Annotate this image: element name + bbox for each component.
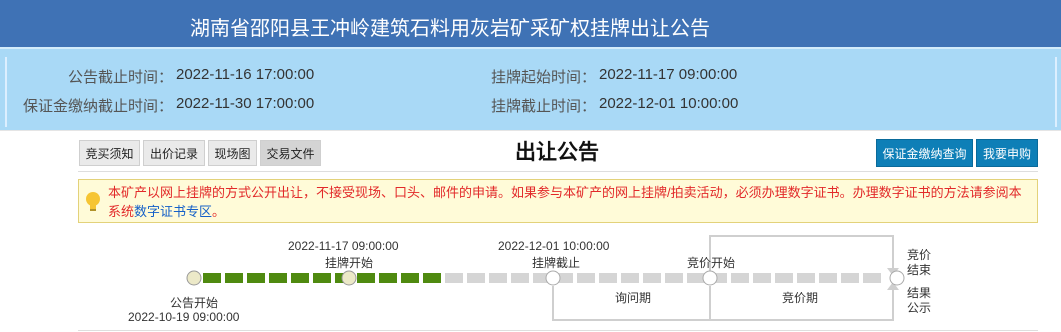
timeline-segment xyxy=(489,273,507,283)
tab-site-map[interactable]: 现场图 xyxy=(208,140,257,166)
tab-trade-files[interactable]: 交易文件 xyxy=(260,140,321,166)
bidding-period-label: 竞价期 xyxy=(782,291,819,305)
listing-start-label: 挂牌起始时间： xyxy=(490,69,596,86)
timeline-segment xyxy=(357,273,375,283)
timeline-segment xyxy=(291,273,309,283)
timeline-segment xyxy=(225,273,243,283)
notice-start-label: 公告开始 xyxy=(170,296,219,310)
timeline-segment xyxy=(797,273,815,283)
listing-start-date: 2022-11-17 09:00:00 xyxy=(288,239,399,253)
digital-certificate-link[interactable]: 数字证书专区 xyxy=(134,204,212,219)
bidding-end-label-2: 结束 xyxy=(907,263,932,277)
timeline-segment xyxy=(445,273,463,283)
notice-box: 本矿产以网上挂牌的方式公开出让，不接受现场、口头、邮件的申请。如果参与本矿产的网… xyxy=(78,179,1038,223)
timeline-segment xyxy=(665,273,683,283)
tab-bidding-notice[interactable]: 竞买须知 xyxy=(79,140,140,166)
listing-end-label: 挂牌截止 xyxy=(532,256,581,270)
deposit-deadline-value: 2022-11-30 17:00:00 xyxy=(176,95,315,112)
timeline-segment xyxy=(775,273,793,283)
notice-text: 本矿产以网上挂牌的方式公开出让，不接受现场、口头、邮件的申请。如果参与本矿产的网… xyxy=(108,183,1028,221)
timeline-segment xyxy=(819,273,837,283)
listing-start-label: 挂牌开始 xyxy=(325,256,374,270)
notice-start-date: 2022-10-19 09:00:00 xyxy=(128,310,240,324)
panel-edge-right xyxy=(1055,57,1057,127)
listing-end-value: 2022-12-01 10:00:00 xyxy=(599,95,739,112)
info-panel: 公告截止时间： 2022-11-16 17:00:00 保证金缴纳截止时间： 2… xyxy=(0,47,1061,130)
tab-bid-records[interactable]: 出价记录 xyxy=(143,140,205,166)
timeline-segment xyxy=(401,273,419,283)
node-listing-end xyxy=(545,270,561,286)
timeline-segment xyxy=(599,273,617,283)
timeline-progress-bar xyxy=(203,273,881,283)
timeline-segment xyxy=(511,273,529,283)
timeline-segment xyxy=(313,273,331,283)
timeline-segment xyxy=(269,273,287,283)
node-bidding-start xyxy=(702,270,718,286)
page-title: 湖南省邵阳县王冲岭建筑石料用灰岩矿采矿权挂牌出让公告 xyxy=(190,18,710,40)
timeline-segment xyxy=(621,273,639,283)
node-bidding-end xyxy=(889,270,905,286)
node-listing-start xyxy=(341,270,357,286)
listing-start-value: 2022-11-17 09:00:00 xyxy=(599,66,738,83)
timeline-segment xyxy=(203,273,221,283)
timeline-segment xyxy=(467,273,485,283)
timeline-segment xyxy=(687,273,705,283)
lightbulb-icon xyxy=(86,192,100,211)
result-label-2: 公示 xyxy=(907,301,932,315)
timeline-segment xyxy=(379,273,397,283)
timeline-segment xyxy=(423,273,441,283)
timeline-segment xyxy=(247,273,265,283)
node-notice-start xyxy=(186,270,202,286)
apply-button[interactable]: 我要申购 xyxy=(976,139,1038,167)
timeline-segment xyxy=(753,273,771,283)
notice-text-main: 本矿产以网上挂牌的方式公开出让，不接受现场、口头、邮件的申请。如果参与本矿产的网… xyxy=(108,185,1022,219)
deposit-deadline-label: 保证金缴纳截止时间： xyxy=(22,98,173,115)
timeline-segment xyxy=(577,273,595,283)
notice-text-end: 。 xyxy=(212,204,226,219)
timeline-segment xyxy=(643,273,661,283)
listing-end-label: 挂牌截止时间： xyxy=(490,98,596,115)
bidding-start-label: 竞价开始 xyxy=(687,256,736,270)
inquiry-bracket-bottom xyxy=(552,286,894,321)
deposit-query-button[interactable]: 保证金缴纳查询 xyxy=(876,139,973,167)
bottom-border xyxy=(78,330,1038,331)
listing-end-date: 2022-12-01 10:00:00 xyxy=(498,239,610,253)
notice-deadline-value: 2022-11-16 17:00:00 xyxy=(176,66,315,83)
separator xyxy=(78,171,1038,172)
page-header: 湖南省邵阳县王冲岭建筑石料用灰岩矿采矿权挂牌出让公告 xyxy=(0,0,1061,47)
notice-deadline-label: 公告截止时间： xyxy=(67,69,173,86)
timeline-segment xyxy=(863,273,881,283)
timeline-segment xyxy=(841,273,859,283)
inquiry-period-label: 询问期 xyxy=(615,291,652,305)
divider xyxy=(0,130,1061,131)
section-title: 出让公告 xyxy=(515,141,599,164)
timeline-segment xyxy=(731,273,749,283)
bidding-bracket-top xyxy=(709,235,894,278)
panel-edge-left xyxy=(5,57,7,127)
